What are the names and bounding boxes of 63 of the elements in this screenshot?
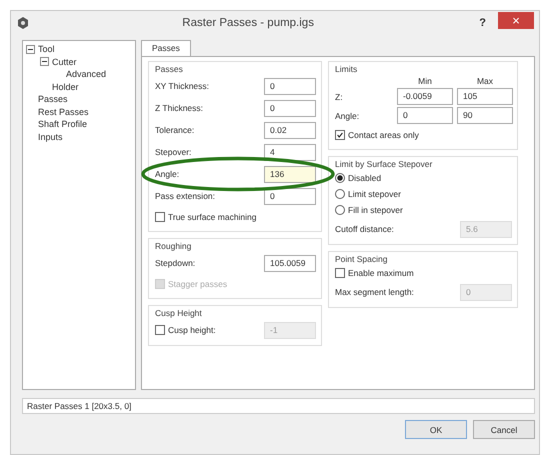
field-label: XY Thickness: [155, 81, 210, 91]
input-field[interactable]: 4 [264, 144, 316, 160]
checkbox[interactable] [155, 212, 165, 222]
checkbox-label: Enable maximum [348, 268, 414, 278]
input-field[interactable]: 105.0059 [264, 254, 316, 272]
checkbox-label: True surface machining [168, 212, 257, 222]
expander-icon[interactable] [26, 44, 35, 54]
input-field[interactable]: 0 [397, 107, 453, 124]
column-header: Max [476, 76, 494, 86]
field-label: Z: [335, 92, 344, 102]
tab[interactable]: Passes [141, 40, 191, 57]
group-title: Limit by Surface Stepover [335, 159, 432, 169]
input-field[interactable]: 0 [264, 188, 316, 204]
input-field[interactable]: 90 [457, 107, 513, 124]
radio-label: Fill in stepover [348, 205, 403, 215]
group-title: Cusp Height [155, 308, 202, 318]
help-button[interactable]: ? [467, 17, 498, 29]
status-field: Raster Passes 1 [20x3.5, 0] [22, 398, 535, 414]
field-label: Angle: [335, 110, 360, 120]
checkbox-label: Cusp height: [168, 325, 216, 335]
input-field[interactable]: -0.0059 [397, 88, 453, 105]
column-header: Min [417, 76, 433, 86]
input-field[interactable]: 105 [457, 88, 513, 105]
checkbox-label: Contact areas only [348, 130, 419, 140]
tree-item[interactable]: Tool [38, 44, 55, 54]
dialog-button[interactable]: OK [405, 420, 467, 439]
radio-label: Disabled [348, 173, 382, 183]
input-field[interactable]: 0 [264, 100, 316, 116]
field-label: Angle: [155, 169, 180, 179]
tree-item[interactable]: Inputs [38, 132, 63, 142]
expander-icon[interactable] [40, 57, 49, 66]
group-title: Roughing [155, 241, 192, 251]
group-title: Limits [335, 64, 358, 74]
window-title: Raster Passes - pump.igs [181, 17, 315, 29]
radio-button[interactable] [335, 189, 345, 199]
tree-item[interactable]: Cutter [52, 56, 77, 67]
checkbox[interactable] [335, 268, 345, 278]
field-label: Pass extension: [155, 191, 216, 201]
checkbox[interactable] [155, 325, 165, 335]
input-field[interactable]: 136 [264, 166, 316, 182]
radio-label: Limit stepover [348, 189, 401, 199]
field-label: Stepover: [155, 147, 192, 157]
tree-item[interactable]: Shaft Profile [38, 119, 88, 130]
field-label: Tolerance: [155, 125, 194, 135]
input-field[interactable]: 0.02 [264, 122, 316, 138]
close-button[interactable]: × [498, 12, 534, 29]
dialog-button[interactable]: Cancel [473, 420, 535, 439]
tree-item[interactable]: Rest Passes [38, 106, 89, 117]
tree-item[interactable]: Advanced [66, 69, 106, 80]
app-icon [17, 16, 29, 30]
tree-item[interactable]: Passes [38, 94, 68, 104]
radio-button[interactable] [335, 205, 345, 215]
field-label: Z Thickness: [155, 103, 204, 113]
radio-button[interactable] [335, 173, 345, 183]
field-label: Stepdown: [155, 258, 196, 268]
input-field[interactable]: 0 [264, 78, 316, 94]
checkbox-label: Stagger passes [168, 279, 228, 289]
tree-item[interactable]: Holder [52, 82, 79, 92]
checkbox[interactable] [335, 130, 345, 140]
field-label: Cutoff distance: [335, 224, 394, 234]
group-title: Passes [155, 64, 183, 74]
field-label: Max segment length: [335, 287, 414, 297]
group-title: Point Spacing [335, 254, 388, 264]
